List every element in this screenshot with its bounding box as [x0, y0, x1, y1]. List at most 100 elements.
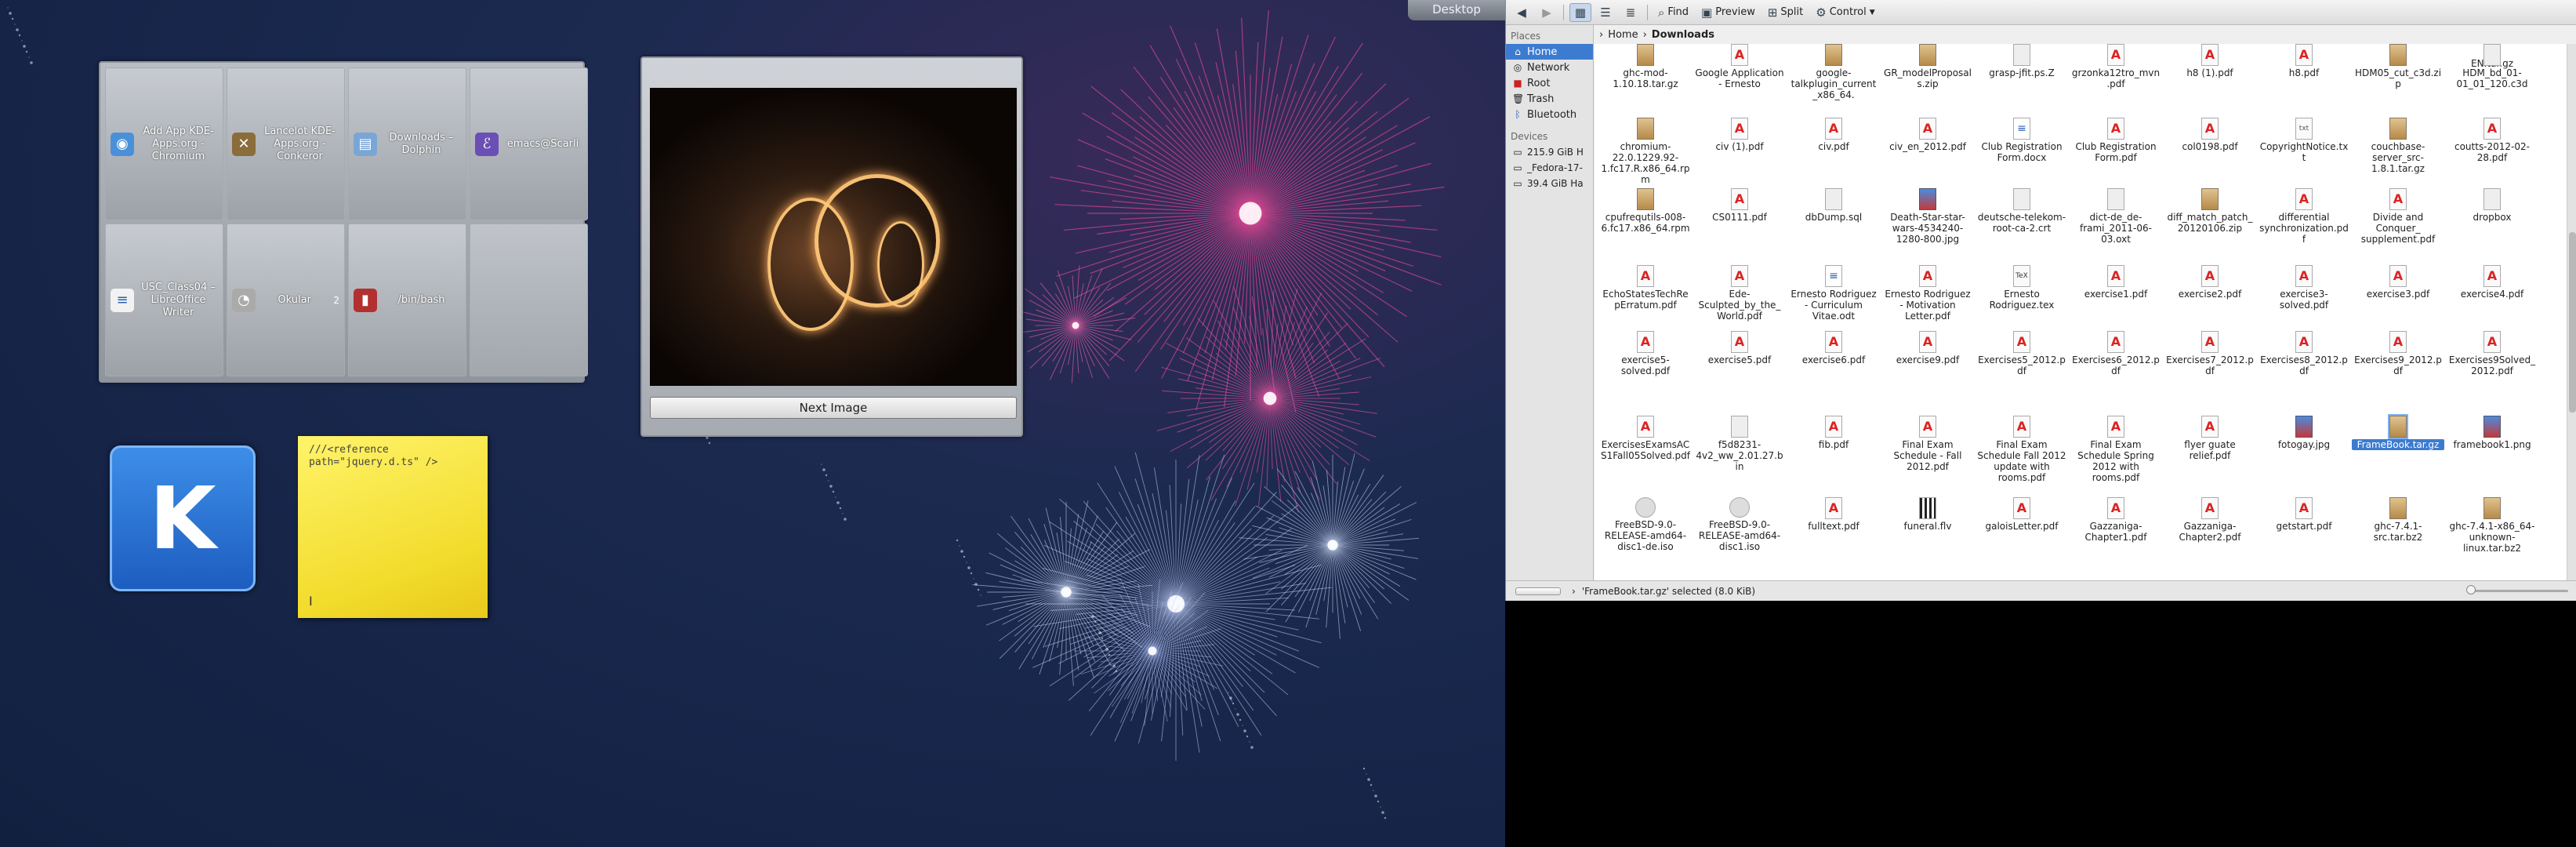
file-item[interactable]: deutsche-telekom-root-ca-2.crt [1976, 188, 2068, 234]
sticky-note[interactable]: ///<reference path="jquery.d.ts" /> I [298, 436, 488, 618]
device-item[interactable]: ▭ 39.4 GiB Ha [1506, 176, 1593, 191]
device-item[interactable]: ▭ _Fedora-17- [1506, 160, 1593, 176]
file-item[interactable]: exercise6.pdf [1787, 331, 1880, 365]
file-item[interactable]: Exercises9_2012.pdf [2352, 331, 2444, 376]
places-item-home[interactable]: ⌂ Home [1506, 44, 1593, 60]
icons-view-button[interactable]: ▦ [1569, 2, 1591, 22]
file-item[interactable]: GR_modelProposals.zip [1881, 44, 1974, 89]
next-image-button[interactable]: Next Image [650, 397, 1017, 419]
breadcrumb-current[interactable]: Downloads [1652, 29, 1714, 41]
file-item[interactable]: Gazzaniga-Chapter1.pdf [2070, 497, 2162, 543]
file-item[interactable]: fib.pdf [1787, 416, 1880, 450]
file-item[interactable]: FrameBook.tar.gz [2352, 414, 2444, 450]
file-item[interactable]: FreeBSD-9.0-RELEASE-amd64-disc1-de.iso [1599, 497, 1692, 552]
vertical-scrollbar[interactable] [2567, 44, 2576, 580]
ql-item-writer[interactable]: ≡ USC_Class04 – LibreOffice Writer [105, 224, 223, 376]
sticky-note-text[interactable]: ///<reference path="jquery.d.ts" /> [309, 444, 477, 469]
file-item[interactable]: exercise3-solved.pdf [2258, 265, 2350, 311]
file-item[interactable]: Club Registration Form.pdf [2070, 118, 2162, 163]
file-item[interactable]: EchoStatesTechRepErratum.pdf [1599, 265, 1692, 311]
file-item[interactable]: exercise5-solved.pdf [1599, 331, 1692, 376]
file-item[interactable]: Divide and Conquer_ supplement.pdf [2352, 188, 2444, 245]
find-button[interactable]: ⌕ Find [1653, 4, 1693, 21]
file-item[interactable]: HDM05_cut_c3d.zip [2352, 44, 2444, 89]
breadcrumb-home[interactable]: Home [1608, 29, 1638, 41]
file-item[interactable]: Final Exam Schedule Spring 2012 with roo… [2070, 416, 2162, 483]
file-item[interactable]: Death-Star-star-wars-4534240-1280-800.jp… [1881, 188, 1974, 245]
control-button[interactable]: ⚙ Control ▼ [1811, 4, 1879, 21]
kde-logo-icon[interactable]: K [110, 445, 256, 591]
file-item[interactable]: fulltext.pdf [1787, 497, 1880, 532]
file-item[interactable]: h8 (1).pdf [2164, 44, 2256, 78]
file-item[interactable]: Gazzaniga-Chapter2.pdf [2164, 497, 2256, 543]
file-item[interactable]: diff_match_patch_20120106.zip [2164, 188, 2256, 234]
file-item[interactable]: funeral.flv [1881, 497, 1974, 532]
file-item[interactable]: fotogay.jpg [2258, 416, 2350, 450]
desktop-toolbox-button[interactable]: Desktop [1408, 0, 1505, 20]
file-item[interactable]: Exercises9Solved_2012.pdf [2446, 331, 2538, 376]
file-item[interactable]: ghc-7.4.1-src.tar.bz2 [2352, 497, 2444, 543]
file-item[interactable]: CS0111.pdf [1693, 188, 1786, 223]
file-item[interactable]: exercise5.pdf [1693, 331, 1786, 365]
file-item[interactable]: Exercises6_2012.pdf [2070, 331, 2162, 376]
ql-item-chromium[interactable]: ◉ Add App KDE-Apps.org - Chromium [105, 67, 223, 220]
file-item[interactable]: grasp-jfit.ps.Z [1976, 44, 2068, 78]
file-item[interactable]: dict-de_de-frami_2011-06-03.oxt [2070, 188, 2162, 245]
file-item[interactable]: civ_en_2012.pdf [1881, 118, 1974, 152]
file-item[interactable]: ExercisesExamsACS1Fall05Solved.pdf [1599, 416, 1692, 461]
compact-view-button[interactable]: ☰ [1595, 4, 1616, 21]
ql-item-emacs[interactable]: ℰemacs@Scarli [470, 67, 588, 220]
device-item[interactable]: ▭ 215.9 GiB H [1506, 144, 1593, 160]
file-item[interactable]: chromium-22.0.1229.92-1.fc17.R.x86_64.rp… [1599, 118, 1692, 185]
file-item[interactable]: Ernesto Rodriguez.tex [1976, 265, 2068, 311]
forward-button[interactable]: ▶ [1536, 4, 1558, 21]
places-item-bluetooth[interactable]: ᛒ Bluetooth [1506, 107, 1593, 122]
file-item[interactable]: google-talkplugin_current_x86_64. [1787, 44, 1880, 100]
file-item[interactable]: flyer guate relief.pdf [2164, 416, 2256, 461]
file-item[interactable]: exercise9.pdf [1881, 331, 1974, 365]
free-space-bar[interactable] [1515, 587, 1561, 595]
file-item[interactable]: dropbox [2446, 188, 2538, 223]
file-item[interactable]: col0198.pdf [2164, 118, 2256, 152]
ql-item-bash[interactable]: ▮ /bin/bash [348, 224, 466, 376]
file-item[interactable]: Ernesto Rodriguez - Curriculum Vitae.odt [1787, 265, 1880, 322]
file-item[interactable]: f5d8231-4v2_ww_2.01.27.bin [1693, 416, 1786, 472]
file-item[interactable]: Final Exam Schedule Fall 2012 update wit… [1976, 416, 2068, 483]
scrollbar-thumb[interactable] [2569, 232, 2576, 413]
zoom-slider-handle[interactable] [2466, 585, 2476, 594]
file-item[interactable]: h8.pdf [2258, 44, 2350, 78]
file-item[interactable]: Exercises7_2012.pdf [2164, 331, 2256, 376]
ql-item-dolphin[interactable]: ▤ Downloads – Dolphin [348, 67, 466, 220]
file-item[interactable]: galoisLetter.pdf [1976, 497, 2068, 532]
places-item-root[interactable]: ■ Root [1506, 75, 1593, 91]
file-item[interactable]: Exercises8_2012.pdf [2258, 331, 2350, 376]
file-item[interactable]: Final Exam Schedule - Fall 2012.pdf [1881, 416, 1974, 472]
file-item[interactable]: exercise1.pdf [2070, 265, 2162, 300]
file-item[interactable]: exercise2.pdf [2164, 265, 2256, 300]
file-item[interactable]: framebook1.png [2446, 416, 2538, 450]
preview-button[interactable]: ▣ Preview [1696, 4, 1760, 21]
file-item[interactable]: Exercises5_2012.pdf [1976, 331, 2068, 376]
details-view-button[interactable]: ≣ [1620, 4, 1642, 21]
places-item-trash[interactable]: 🗑 Trash [1506, 91, 1593, 107]
file-item[interactable]: FreeBSD-9.0-RELEASE-amd64-disc1.iso [1693, 497, 1786, 552]
file-item[interactable]: civ (1).pdf [1693, 118, 1786, 152]
places-item-network[interactable]: ◎ Network [1506, 60, 1593, 75]
slideshow-image[interactable] [650, 88, 1017, 386]
file-item[interactable]: HDM_bd_01-01_01_120.c3d [2446, 44, 2538, 89]
file-item[interactable]: ghc-7.4.1-x86_64-unknown-linux.tar.bz2 [2446, 497, 2538, 554]
ql-item-okular[interactable]: ◔ Okular 2 [227, 224, 345, 376]
desktop[interactable]: Desktop ◉ Add App KDE-Apps.org - Chromium… [0, 0, 1505, 847]
back-button[interactable]: ◀ [1511, 4, 1533, 21]
file-item[interactable]: coutts-2012-02-28.pdf [2446, 118, 2538, 163]
file-item[interactable]: Google Application - Ernesto [1693, 44, 1786, 89]
file-item[interactable]: grzonka12tro_mvn.pdf [2070, 44, 2162, 89]
file-item[interactable]: cpufrequtils-008-6.fc17.x86_64.rpm [1599, 188, 1692, 234]
file-item[interactable]: Ede-Sculpted_by_the_World.pdf [1693, 265, 1786, 322]
file-item[interactable]: Club Registration Form.docx [1976, 118, 2068, 163]
split-button[interactable]: ⊞ Split [1763, 4, 1808, 21]
file-item[interactable]: civ.pdf [1787, 118, 1880, 152]
file-item[interactable]: CopyrightNotice.txt [2258, 118, 2350, 163]
file-item[interactable]: differential synchronization.pdf [2258, 188, 2350, 245]
file-view[interactable]: EN.tar.gzchromium-22.0.1229.92-1.fc17.R.… [1595, 44, 2567, 580]
